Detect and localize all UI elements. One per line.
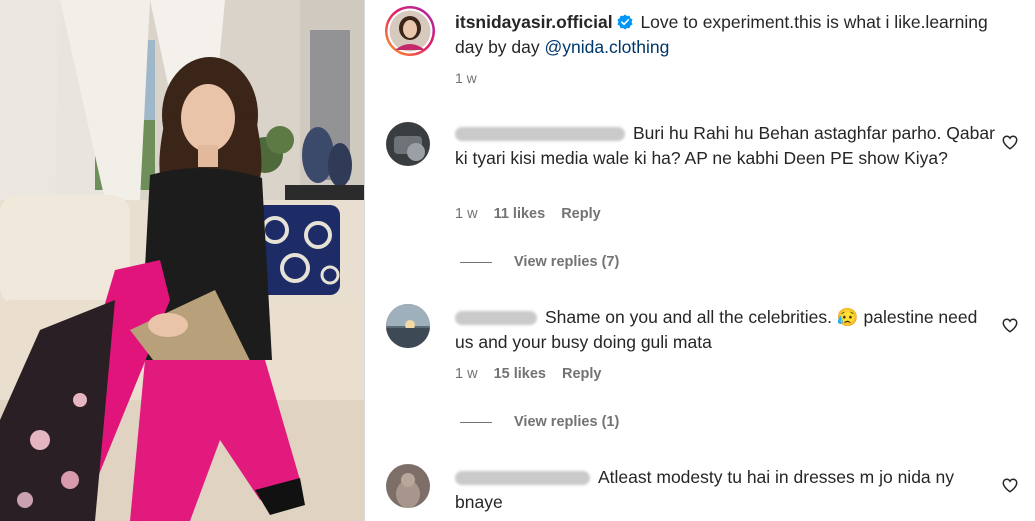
commenter-avatar[interactable] [386,464,430,508]
post-caption: itsnidayasir.official Love to experiment… [455,10,995,60]
heart-icon[interactable] [1001,133,1019,151]
commenter-username-blurred[interactable] [455,471,590,486]
comment-timestamp[interactable]: 1 w [455,366,478,382]
author-avatar[interactable] [385,6,435,56]
comment-text: Buri hu Rahi hu Behan astaghfar parho. Q… [455,121,995,171]
comment-text: Shame on you and all the celebrities. 😥 … [455,305,995,355]
caption-mention-link[interactable]: @ynida.clothing [545,37,670,57]
verified-badge-icon [617,14,633,30]
post-photo-illustration [0,0,364,521]
view-replies-label: View replies (1) [514,414,620,430]
heart-icon[interactable] [1001,476,1019,494]
commenter-username-blurred[interactable] [455,311,537,326]
comment-text: Atleast modesty tu hai in dresses m jo n… [455,465,995,515]
view-replies-line [460,421,492,423]
author-username[interactable]: itsnidayasir.official [455,12,613,32]
comment-likes[interactable]: 15 likes [494,366,546,382]
view-replies-line [460,261,492,263]
commenter-username-blurred[interactable] [455,127,625,142]
heart-icon[interactable] [1001,316,1019,334]
reply-button[interactable]: Reply [561,206,601,222]
comment-timestamp[interactable]: 1 w [455,206,478,222]
view-replies-button[interactable]: View replies (7) [460,254,619,270]
comments-panel: itsnidayasir.official Love to experiment… [365,0,1035,521]
caption-timestamp[interactable]: 1 w [455,70,477,86]
reply-button[interactable]: Reply [562,366,602,382]
commenter-avatar[interactable] [386,304,430,348]
comment-likes[interactable]: 11 likes [494,206,546,222]
commenter-avatar[interactable] [386,122,430,166]
post-image[interactable] [0,0,364,521]
view-replies-label: View replies (7) [514,254,620,270]
comment-meta: 1 w 11 likes Reply [455,206,601,222]
view-replies-button[interactable]: View replies (1) [460,414,619,430]
comment-meta: 1 w 15 likes Reply [455,366,602,382]
